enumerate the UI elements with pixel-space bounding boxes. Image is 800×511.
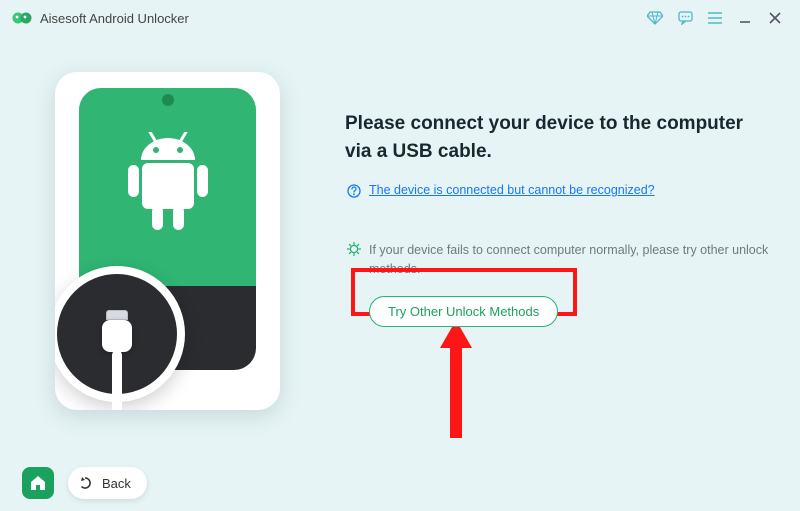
back-button[interactable]: Back bbox=[68, 467, 147, 499]
close-button[interactable] bbox=[762, 5, 788, 31]
title-bar: Aisesoft Android Unlocker bbox=[0, 0, 800, 36]
app-window: Aisesoft Android Unlocker bbox=[0, 0, 800, 511]
menu-icon[interactable] bbox=[702, 5, 728, 31]
headline-text: Please connect your device to the comput… bbox=[345, 110, 770, 165]
usb-magnifier-icon bbox=[55, 266, 185, 402]
home-button[interactable] bbox=[22, 467, 54, 499]
diamond-icon[interactable] bbox=[642, 5, 668, 31]
footer-bar: Back bbox=[0, 455, 800, 511]
feedback-icon[interactable] bbox=[672, 5, 698, 31]
hint-text: If your device fails to connect computer… bbox=[369, 241, 770, 280]
tip-icon bbox=[345, 242, 363, 259]
try-other-unlock-methods-button[interactable]: Try Other Unlock Methods bbox=[369, 296, 558, 327]
help-icon bbox=[345, 184, 363, 201]
android-robot-icon bbox=[120, 132, 216, 242]
content-area: Please connect your device to the comput… bbox=[0, 36, 800, 511]
app-logo-icon bbox=[12, 10, 32, 26]
back-button-label: Back bbox=[102, 476, 131, 491]
home-icon bbox=[30, 475, 46, 491]
illustration-pane bbox=[0, 36, 335, 511]
phone-illustration bbox=[55, 72, 280, 410]
instruction-pane: Please connect your device to the comput… bbox=[335, 36, 800, 511]
back-arrow-icon bbox=[80, 476, 96, 490]
device-not-recognized-link[interactable]: The device is connected but cannot be re… bbox=[369, 183, 655, 197]
minimize-button[interactable] bbox=[732, 5, 758, 31]
app-title: Aisesoft Android Unlocker bbox=[40, 11, 189, 26]
